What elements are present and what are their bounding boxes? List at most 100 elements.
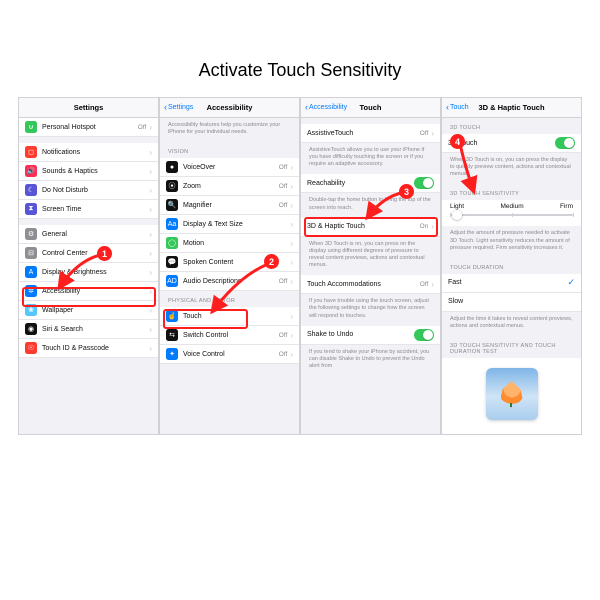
3d-touch-desc: When 3D Touch is on, you can press the d…	[442, 153, 581, 184]
row-label: Switch Control	[183, 332, 279, 339]
row-label: Display & Text Size	[183, 221, 290, 228]
group-sensitivity: 3D TOUCH SENSITIVITY	[442, 184, 581, 200]
row-label: VoiceOver	[183, 164, 279, 171]
toggle-3d-touch[interactable]	[555, 137, 575, 149]
settings-row-sounds-haptics[interactable]: 🔊 Sounds & Haptics ›	[19, 162, 158, 181]
chevron-right-icon: ›	[149, 287, 152, 296]
a11y-row-display-text-size[interactable]: Aa Display & Text Size ›	[160, 215, 299, 234]
chevron-left-icon: ‹	[446, 103, 449, 112]
toggle-shake[interactable]	[414, 329, 434, 341]
chevron-right-icon: ›	[149, 249, 152, 258]
feature-icon: ☝	[166, 310, 178, 322]
header-touch: ‹Accessibility Touch	[301, 98, 440, 118]
row-reachability[interactable]: Reachability	[301, 174, 440, 193]
header-3d-haptic: ‹Touch 3D & Haptic Touch	[442, 98, 581, 118]
a11y-row-audio-descriptions[interactable]: AD Audio Descriptions Off ›	[160, 272, 299, 291]
a11y-row-magnifier[interactable]: 🔍 Magnifier Off ›	[160, 196, 299, 215]
row-value: Off	[279, 164, 288, 171]
row-label: Do Not Disturb	[42, 187, 149, 194]
settings-row-general[interactable]: ⚙ General ›	[19, 219, 158, 244]
sensitivity-desc: Adjust the amount of pressure needed to …	[442, 226, 581, 257]
callout-1: 1	[97, 246, 112, 261]
settings-row-notifications[interactable]: ◻ Notifications ›	[19, 137, 158, 162]
toggle-reachability[interactable]	[414, 177, 434, 189]
chevron-right-icon: ›	[290, 277, 293, 286]
chevron-right-icon: ›	[290, 163, 293, 172]
group-duration: TOUCH DURATION	[442, 258, 581, 274]
settings-row-personal-hotspot[interactable]: ⊍ Personal Hotspot Off ›	[19, 118, 158, 137]
test-image-tile[interactable]	[486, 368, 538, 420]
chevron-right-icon: ›	[149, 344, 152, 353]
chevron-right-icon: ›	[290, 350, 293, 359]
row-fast[interactable]: Fast ✓	[442, 274, 581, 293]
app-icon: ◻	[25, 146, 37, 158]
chevron-right-icon: ›	[149, 123, 152, 132]
settings-row-siri-search[interactable]: ◉ Siri & Search ›	[19, 320, 158, 339]
row-value: Off	[279, 202, 288, 209]
feature-icon: 💬	[166, 256, 178, 268]
a11y-row-touch[interactable]: ☝ Touch ›	[160, 307, 299, 326]
row-slow[interactable]: Slow	[442, 293, 581, 312]
chevron-right-icon: ›	[431, 280, 434, 289]
chevron-right-icon: ›	[290, 258, 293, 267]
panel-3d-haptic: ‹Touch 3D & Haptic Touch 3D TOUCH 3D Tou…	[441, 97, 582, 435]
settings-row-wallpaper[interactable]: ❀ Wallpaper ›	[19, 301, 158, 320]
row-touch-accommodations[interactable]: Touch Accommodations Off ›	[301, 275, 440, 294]
duration-desc: Adjust the time it takes to reveal conte…	[442, 312, 581, 336]
a11y-row-motion[interactable]: ◯ Motion ›	[160, 234, 299, 253]
feature-icon: ◯	[166, 237, 178, 249]
back-to-touch[interactable]: ‹Touch	[442, 103, 469, 112]
check-icon: ✓	[567, 277, 575, 288]
chevron-right-icon: ›	[149, 167, 152, 176]
app-icon: ⊟	[25, 247, 37, 259]
back-to-settings[interactable]: ‹Settings	[160, 103, 193, 112]
chevron-right-icon: ›	[290, 220, 293, 229]
app-icon: ⚙	[25, 228, 37, 240]
settings-row-display-brightness[interactable]: A Display & Brightness ›	[19, 263, 158, 282]
app-icon: ☉	[25, 342, 37, 354]
callout-3: 3	[399, 184, 414, 199]
haptic-desc: When 3D Touch is on, you can press on th…	[301, 237, 440, 276]
settings-row-accessibility[interactable]: ✲ Accessibility ›	[19, 282, 158, 301]
sensitivity-slider[interactable]	[450, 214, 573, 216]
feature-icon: ●	[166, 161, 178, 173]
row-assistivetouch[interactable]: AssistiveTouch Off ›	[301, 124, 440, 143]
a11y-row-voiceover[interactable]: ● VoiceOver Off ›	[160, 158, 299, 177]
row-label: Zoom	[183, 183, 279, 190]
app-icon: ☾	[25, 184, 37, 196]
sensitivity-segments: Light Medium Firm	[442, 200, 581, 210]
settings-row-screen-time[interactable]: ⧗ Screen Time ›	[19, 200, 158, 219]
a11y-row-switch-control[interactable]: ⇆ Switch Control Off ›	[160, 326, 299, 345]
feature-icon: ⦿	[166, 180, 178, 192]
accessibility-intro: Accessibility features help you customiz…	[160, 118, 299, 142]
chevron-left-icon: ‹	[164, 103, 167, 112]
back-to-accessibility[interactable]: ‹Accessibility	[301, 103, 347, 112]
panel-accessibility: ‹Settings Accessibility Accessibility fe…	[159, 97, 300, 435]
app-icon: ✲	[25, 285, 37, 297]
a11y-row-zoom[interactable]: ⦿ Zoom Off ›	[160, 177, 299, 196]
assistivetouch-desc: AssistiveTouch allows you to use your iP…	[301, 143, 440, 174]
row-3d-haptic-touch[interactable]: 3D & Haptic Touch On ›	[301, 218, 440, 237]
feature-icon: ⇆	[166, 329, 178, 341]
row-value: Off	[279, 278, 288, 285]
settings-row-do-not-disturb[interactable]: ☾ Do Not Disturb ›	[19, 181, 158, 200]
row-label: Control Center	[42, 250, 149, 257]
row-label: Accessibility	[42, 288, 149, 295]
row-value: Off	[279, 351, 288, 358]
chevron-right-icon: ›	[290, 331, 293, 340]
a11y-row-voice-control[interactable]: ✦ Voice Control Off ›	[160, 345, 299, 364]
chevron-right-icon: ›	[149, 205, 152, 214]
app-icon: A	[25, 266, 37, 278]
flower-icon	[501, 381, 523, 407]
chevron-right-icon: ›	[290, 182, 293, 191]
slider-knob[interactable]	[452, 210, 462, 220]
row-shake-to-undo[interactable]: Shake to Undo	[301, 326, 440, 345]
accom-desc: If you have trouble using the touch scre…	[301, 294, 440, 325]
settings-row-control-center[interactable]: ⊟ Control Center ›	[19, 244, 158, 263]
header-accessibility: ‹Settings Accessibility	[160, 98, 299, 118]
settings-row-touch-id-passcode[interactable]: ☉ Touch ID & Passcode ›	[19, 339, 158, 358]
shake-desc: If you tend to shake your iPhone by acci…	[301, 345, 440, 376]
chevron-right-icon: ›	[149, 306, 152, 315]
row-label: Screen Time	[42, 206, 149, 213]
chevron-right-icon: ›	[149, 230, 152, 239]
